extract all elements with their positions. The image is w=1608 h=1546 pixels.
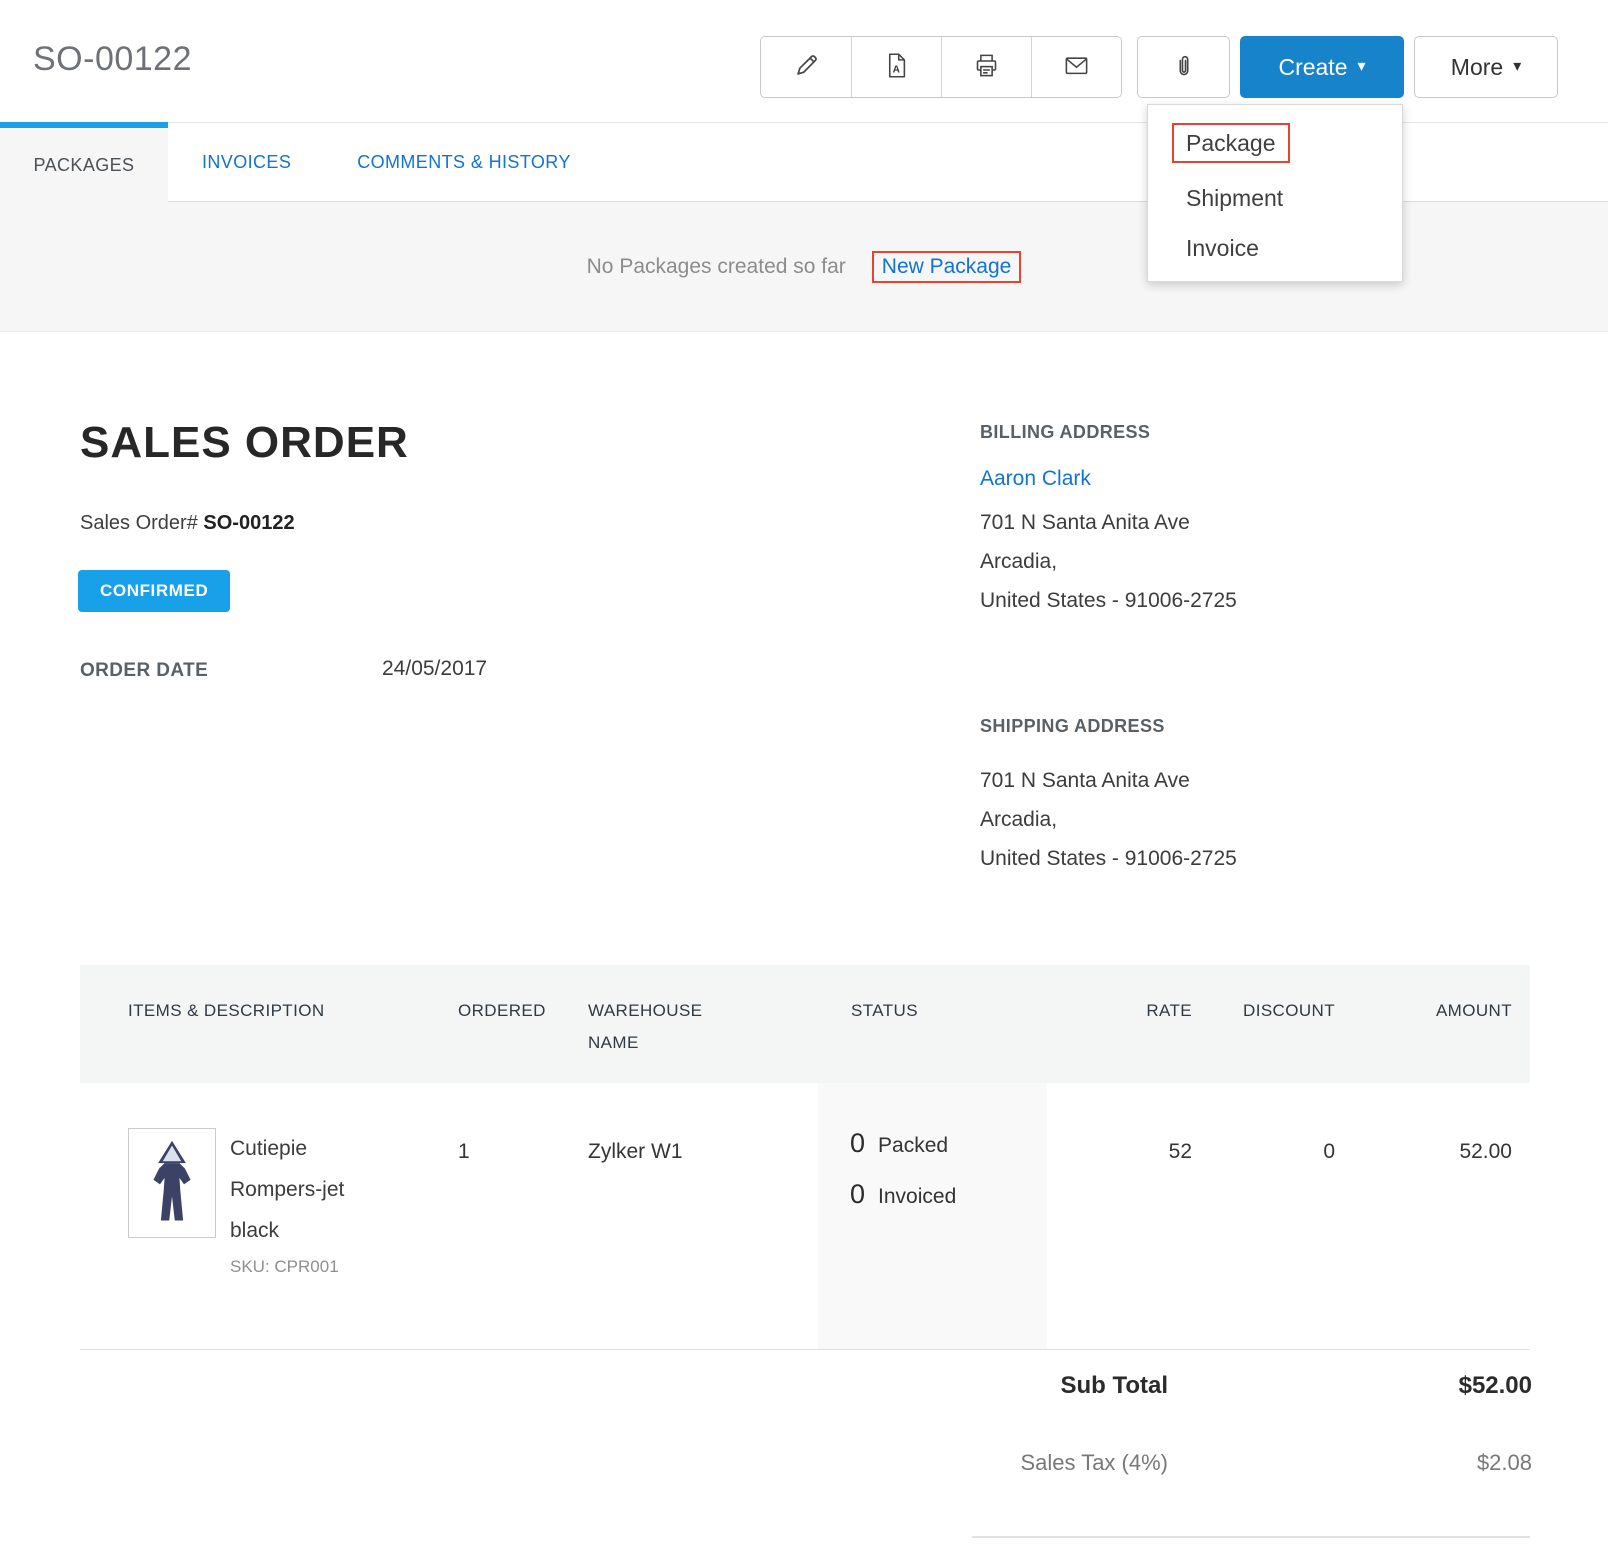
- create-button-label: Create: [1278, 54, 1347, 81]
- table-header-row: ITEMS & DESCRIPTION ORDERED WAREHOUSE NA…: [80, 965, 1530, 1083]
- tab-invoices[interactable]: INVOICES: [202, 123, 291, 201]
- subtotal-row: Sub Total $52.00: [950, 1372, 1532, 1400]
- warehouse-cell: Zylker W1: [588, 1083, 818, 1349]
- amount-cell: 52.00: [1335, 1083, 1530, 1349]
- packed-count: 0: [850, 1128, 865, 1159]
- invoiced-count: 0: [850, 1179, 865, 1210]
- status-badge: CONFIRMED: [78, 570, 230, 612]
- envelope-icon: [1063, 52, 1090, 82]
- tab-comments-history-label: COMMENTS & HISTORY: [357, 152, 571, 173]
- paperclip-icon: [1171, 53, 1197, 82]
- document-title: SALES ORDER: [80, 418, 409, 468]
- totals-divider: [972, 1536, 1530, 1538]
- page-title: SO-00122: [33, 40, 192, 79]
- col-header-ordered: ORDERED: [458, 965, 588, 1083]
- table-row: Cutiepie Rompers-jet black SKU: CPR001 1…: [80, 1083, 1530, 1350]
- tab-invoices-label: INVOICES: [202, 152, 291, 173]
- billing-address-block: BILLING ADDRESS Aaron Clark 701 N Santa …: [980, 422, 1460, 620]
- subtotal-label: Sub Total: [950, 1372, 1168, 1400]
- pencil-icon: [793, 52, 820, 82]
- caret-down-icon: ▾: [1513, 59, 1521, 75]
- status-cell: 0 Packed 0 Invoiced: [818, 1083, 1047, 1349]
- menu-item-invoice[interactable]: Invoice: [1148, 223, 1402, 273]
- pdf-file-icon: A: [883, 52, 910, 82]
- empty-state-message: No Packages created so far: [587, 255, 846, 279]
- invoiced-label: Invoiced: [878, 1185, 956, 1209]
- document-actions-toolbar: A: [760, 36, 1122, 98]
- order-number-line: Sales Order# SO-00122: [80, 512, 295, 535]
- new-package-link[interactable]: New Package: [872, 251, 1022, 283]
- shipping-address-block: SHIPPING ADDRESS 701 N Santa Anita Ave A…: [980, 716, 1460, 878]
- col-header-items: ITEMS & DESCRIPTION: [80, 965, 458, 1083]
- billing-address-heading: BILLING ADDRESS: [980, 422, 1460, 443]
- tab-packages-label: PACKAGES: [34, 155, 135, 176]
- more-button[interactable]: More ▾: [1414, 36, 1558, 98]
- item-name: Cutiepie Rompers-jet black: [230, 1128, 385, 1251]
- printer-icon: [973, 52, 1000, 82]
- billing-address-lines: 701 N Santa Anita Ave Arcadia, United St…: [980, 503, 1460, 620]
- svg-text:A: A: [893, 64, 901, 75]
- menu-item-shipment[interactable]: Shipment: [1148, 173, 1402, 223]
- address-line: Arcadia,: [980, 800, 1460, 839]
- packed-label: Packed: [878, 1134, 948, 1158]
- edit-button[interactable]: [761, 37, 851, 97]
- col-header-warehouse: WAREHOUSE NAME: [588, 965, 818, 1083]
- print-button[interactable]: [941, 37, 1031, 97]
- sales-order-page: SO-00122 A: [0, 0, 1608, 1546]
- address-line: 701 N Santa Anita Ave: [980, 503, 1460, 542]
- packed-status: 0 Packed: [850, 1128, 1047, 1159]
- shipping-address-lines: 701 N Santa Anita Ave Arcadia, United St…: [980, 761, 1460, 878]
- col-header-amount: AMOUNT: [1335, 965, 1530, 1083]
- attachment-button[interactable]: [1137, 36, 1230, 98]
- email-button[interactable]: [1031, 37, 1121, 97]
- order-date-value: 24/05/2017: [382, 657, 487, 681]
- more-button-label: More: [1451, 54, 1503, 81]
- order-date-label: ORDER DATE: [80, 660, 208, 682]
- create-button[interactable]: Create ▾: [1240, 36, 1404, 98]
- tax-label: Sales Tax (4%): [950, 1450, 1168, 1476]
- subtotal-value: $52.00: [1168, 1372, 1532, 1400]
- menu-item-package-label: Package: [1186, 130, 1276, 156]
- invoiced-status: 0 Invoiced: [850, 1179, 1047, 1210]
- discount-cell: 0: [1192, 1083, 1335, 1349]
- rate-cell: 52: [1047, 1083, 1192, 1349]
- item-description-cell: Cutiepie Rompers-jet black SKU: CPR001: [80, 1083, 458, 1349]
- tax-row: Sales Tax (4%) $2.08: [950, 1450, 1532, 1476]
- product-image: [128, 1128, 216, 1238]
- customer-name-link[interactable]: Aaron Clark: [980, 467, 1091, 491]
- order-number-value: SO-00122: [203, 512, 294, 534]
- ordered-cell: 1: [458, 1083, 588, 1349]
- caret-down-icon: ▾: [1358, 59, 1366, 75]
- tab-comments-history[interactable]: COMMENTS & HISTORY: [357, 123, 571, 201]
- tab-packages[interactable]: PACKAGES: [0, 122, 168, 202]
- order-number-label: Sales Order#: [80, 512, 198, 534]
- menu-item-shipment-label: Shipment: [1186, 185, 1283, 211]
- col-header-status: STATUS: [818, 965, 1047, 1083]
- col-header-rate: RATE: [1047, 965, 1192, 1083]
- item-sku: SKU: CPR001: [230, 1257, 385, 1277]
- item-text: Cutiepie Rompers-jet black SKU: CPR001: [230, 1128, 385, 1349]
- shipping-address-heading: SHIPPING ADDRESS: [980, 716, 1460, 737]
- menu-item-invoice-label: Invoice: [1186, 235, 1259, 261]
- romper-image: [144, 1139, 200, 1227]
- highlight-box: Package: [1172, 123, 1290, 163]
- menu-item-package[interactable]: Package: [1148, 113, 1402, 173]
- address-line: United States - 91006-2725: [980, 581, 1460, 620]
- pdf-button[interactable]: A: [851, 37, 941, 97]
- tax-value: $2.08: [1168, 1450, 1532, 1476]
- col-header-discount: DISCOUNT: [1192, 965, 1335, 1083]
- line-items-table: ITEMS & DESCRIPTION ORDERED WAREHOUSE NA…: [80, 965, 1530, 1350]
- address-line: 701 N Santa Anita Ave: [980, 761, 1460, 800]
- totals-section: Sub Total $52.00 Sales Tax (4%) $2.08: [950, 1372, 1532, 1476]
- address-line: United States - 91006-2725: [980, 839, 1460, 878]
- address-line: Arcadia,: [980, 542, 1460, 581]
- create-dropdown-menu: Package Shipment Invoice: [1147, 104, 1403, 282]
